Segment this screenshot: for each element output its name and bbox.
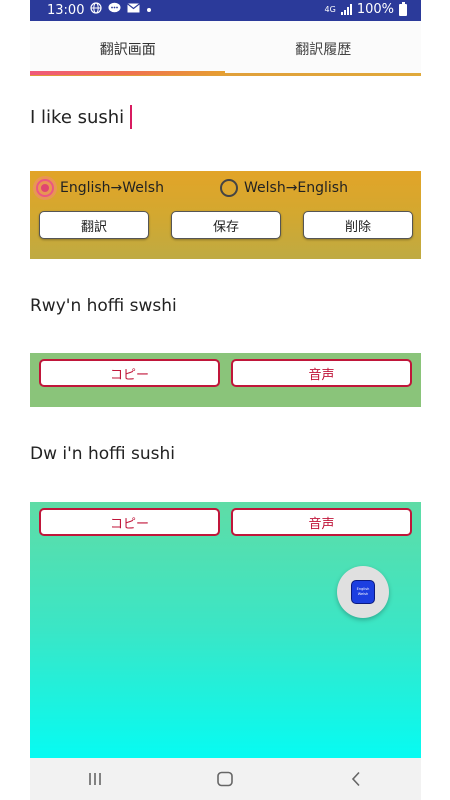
radio-welsh-to-english[interactable]: Welsh→English (220, 177, 348, 199)
source-text-input[interactable]: I like sushi (30, 105, 421, 145)
radio-label: Welsh→English (244, 180, 348, 196)
mail-icon (127, 3, 141, 17)
speak-button-2[interactable]: 音声 (231, 508, 412, 536)
network-type: 4G (324, 4, 336, 14)
tab-history[interactable]: 翻訳履歴 (226, 21, 422, 76)
translate-button[interactable]: 翻訳 (39, 211, 149, 239)
tab-active-indicator (30, 71, 225, 75)
app-logo-icon: English Welsh (351, 580, 375, 604)
battery-icon (399, 1, 407, 16)
radio-unchecked-icon (220, 179, 238, 197)
result-2-panel: コピー 音声 (30, 502, 421, 758)
delete-button[interactable]: 削除 (303, 211, 413, 239)
text-cursor (130, 105, 133, 129)
tab-translate[interactable]: 翻訳画面 (30, 21, 226, 76)
signal-icon (340, 4, 352, 15)
options-panel: English→Welsh Welsh→English 翻訳 保存 削除 (30, 171, 421, 259)
result-1-buttons: コピー 音声 (39, 359, 412, 387)
back-icon[interactable] (336, 764, 376, 794)
logo-text-2: Welsh (357, 592, 369, 596)
chat-icon (108, 2, 121, 18)
system-nav-bar (30, 758, 421, 800)
home-icon[interactable] (205, 764, 245, 794)
result-1-panel: コピー 音声 (30, 353, 421, 407)
speak-button-1[interactable]: 音声 (231, 359, 412, 387)
battery-percent: 100% (356, 2, 394, 17)
translation-result-1: Rwy'n hoffi swshi (30, 296, 177, 316)
globe-icon (90, 2, 103, 18)
copy-button-2[interactable]: コピー (39, 508, 220, 536)
radio-checked-icon (33, 176, 57, 200)
recents-icon[interactable] (75, 764, 115, 794)
action-buttons: 翻訳 保存 削除 (39, 211, 413, 239)
translation-result-2: Dw i'n hoffi sushi (30, 444, 175, 464)
copy-button-1[interactable]: コピー (39, 359, 220, 387)
dot-icon (146, 3, 152, 17)
tab-bar: 翻訳画面 翻訳履歴 (30, 21, 421, 76)
direction-radio-group: English→Welsh Welsh→English (33, 176, 416, 200)
save-button[interactable]: 保存 (171, 211, 281, 239)
radio-english-to-welsh[interactable]: English→Welsh (33, 176, 220, 200)
radio-label: English→Welsh (60, 180, 164, 196)
status-time: 13:00 (47, 2, 85, 18)
result-2-buttons: コピー 音声 (39, 508, 412, 536)
floating-action-button[interactable]: English Welsh (337, 566, 389, 618)
status-bar: 13:00 4G 100% (30, 0, 421, 21)
source-text-value: I like sushi (30, 106, 125, 128)
